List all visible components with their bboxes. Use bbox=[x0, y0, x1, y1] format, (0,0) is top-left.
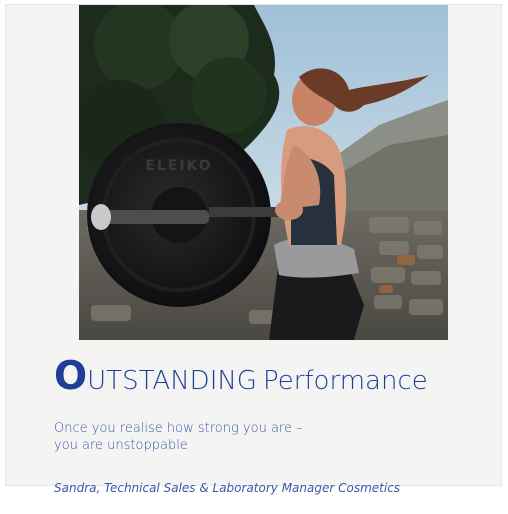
plate-brand-text: ELEIKO bbox=[145, 158, 212, 174]
testimonial-quote: Once you realise how strong you are – yo… bbox=[54, 420, 384, 454]
athlete-photo-illustration: ELEIKO bbox=[79, 5, 448, 340]
athlete-photo: ELEIKO bbox=[79, 5, 448, 340]
headline-caps: UTSTANDING bbox=[87, 366, 257, 396]
quote-line-2: you are unstoppable bbox=[54, 438, 188, 453]
headline-word: Performance bbox=[262, 366, 428, 396]
headline: OUTSTANDING Performance bbox=[54, 357, 428, 396]
headline-first-letter: O bbox=[54, 354, 88, 399]
quote-author: Sandra, Technical Sales & Laboratory Man… bbox=[54, 481, 401, 495]
testimonial-card: ELEIKO OUTSTANDING Performance Once you r… bbox=[6, 5, 501, 495]
quote-line-1: Once you realise how strong you are – bbox=[54, 421, 303, 436]
